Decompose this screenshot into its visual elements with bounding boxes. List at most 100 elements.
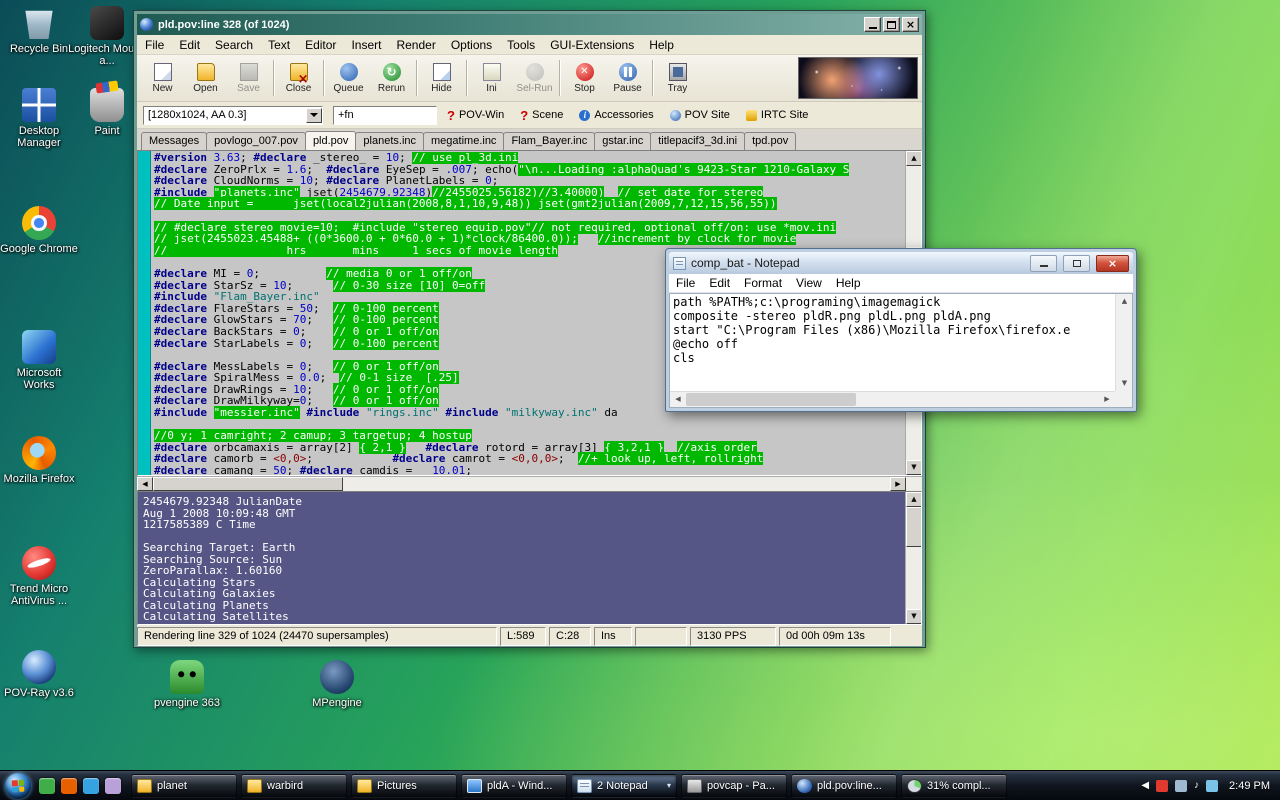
menu-options[interactable]: Options: [451, 38, 492, 52]
desktop-icon-works[interactable]: Microsoft Works: [0, 330, 78, 391]
messages-scroll-thumb[interactable]: [906, 507, 922, 547]
resize-grip[interactable]: [1115, 391, 1132, 407]
scroll-right-icon[interactable]: ▶: [1099, 392, 1115, 407]
toolbar-button-tray[interactable]: Tray: [656, 57, 699, 100]
tab-tpd-pov[interactable]: tpd.pov: [744, 132, 796, 150]
notepad-titlebar[interactable]: comp_bat - Notepad: [669, 252, 1133, 274]
scroll-up-icon[interactable]: ▲: [1116, 294, 1133, 309]
link-irtc-site[interactable]: IRTC Site: [746, 109, 808, 121]
antivirus-tray-icon[interactable]: [1156, 780, 1168, 792]
link-accessories[interactable]: iAccessories: [579, 109, 653, 121]
desktop-icon-desktopmgr[interactable]: Desktop Manager: [0, 88, 78, 149]
notepad-menu-format[interactable]: Format: [744, 276, 782, 290]
taskbar-button-warbird[interactable]: warbird: [241, 774, 347, 798]
desktop-icon-mpengine[interactable]: MPengine: [298, 660, 376, 709]
horizontal-scroll-thumb[interactable]: [153, 477, 343, 491]
dropdown-arrow-icon[interactable]: [306, 108, 322, 123]
tab-titlepacif3-3d-ini[interactable]: titlepacif3_3d.ini: [650, 132, 745, 150]
scroll-right-icon[interactable]: ▶: [890, 477, 906, 491]
povray-titlebar[interactable]: pld.pov:line 328 (of 1024): [137, 14, 922, 35]
minimize-button[interactable]: [864, 17, 881, 32]
notepad-menu-help[interactable]: Help: [836, 276, 861, 290]
scroll-down-icon[interactable]: ▼: [1116, 376, 1133, 391]
toolbar-button-ini[interactable]: Ini: [470, 57, 513, 100]
taskbar-button-planet[interactable]: planet: [131, 774, 237, 798]
menu-tools[interactable]: Tools: [507, 38, 535, 52]
horizontal-scroll-thumb[interactable]: [686, 393, 856, 406]
start-button[interactable]: [5, 773, 31, 799]
toolbar-button-stop[interactable]: Stop: [563, 57, 606, 100]
taskbar-clock[interactable]: 2:49 PM: [1229, 780, 1270, 792]
toolbar-button-save[interactable]: Save: [227, 57, 270, 100]
toolbar-button-close[interactable]: Close: [277, 57, 320, 100]
link-pov-win[interactable]: ?POV-Win: [447, 108, 504, 123]
notepad-horizontal-scrollbar[interactable]: ◀ ▶: [670, 391, 1115, 407]
menu-gui-extensions[interactable]: GUI-Extensions: [550, 38, 634, 52]
menu-editor[interactable]: Editor: [305, 38, 336, 52]
tab-pld-pov[interactable]: pld.pov: [305, 131, 356, 150]
toolbar-button-sel-run[interactable]: Sel-Run: [513, 57, 556, 100]
tab-messages[interactable]: Messages: [141, 132, 207, 150]
link-scene[interactable]: ?Scene: [520, 108, 563, 123]
maximize-button[interactable]: [1063, 255, 1090, 272]
scroll-up-icon[interactable]: ▲: [906, 151, 922, 166]
messages-vertical-scrollbar[interactable]: ▲ ▼: [905, 492, 921, 624]
notepad-text[interactable]: path %PATH%;c:\programing\imagemagickcom…: [673, 295, 1114, 391]
close-button[interactable]: [1096, 255, 1129, 272]
toolbar-button-new[interactable]: New: [141, 57, 184, 100]
taskbar-button-31-compl[interactable]: 31% compl...: [901, 774, 1007, 798]
menu-file[interactable]: File: [145, 38, 164, 52]
minimize-button[interactable]: [1030, 255, 1057, 272]
tab-megatime-inc[interactable]: megatime.inc: [423, 132, 504, 150]
toolbar-button-queue[interactable]: Queue: [327, 57, 370, 100]
toolbar-button-hide[interactable]: Hide: [420, 57, 463, 100]
network-icon[interactable]: [1206, 780, 1218, 792]
notepad-vertical-scrollbar[interactable]: ▲ ▼: [1115, 294, 1132, 391]
menu-render[interactable]: Render: [396, 38, 435, 52]
scroll-up-icon[interactable]: ▲: [906, 492, 922, 507]
taskbar-button-pld-pov-line[interactable]: pld.pov:line...: [791, 774, 897, 798]
menu-text[interactable]: Text: [268, 38, 290, 52]
render-preview-thumbnail[interactable]: [798, 57, 918, 99]
notepad-menu-view[interactable]: View: [796, 276, 822, 290]
photo-gallery-icon[interactable]: [105, 778, 121, 794]
taskbar-button-pictures[interactable]: Pictures: [351, 774, 457, 798]
command-line-input[interactable]: [333, 106, 437, 125]
menu-edit[interactable]: Edit: [179, 38, 200, 52]
internet-explorer-icon[interactable]: [83, 778, 99, 794]
safely-remove-icon[interactable]: [1175, 780, 1187, 792]
desktop-icon-povray[interactable]: POV-Ray v3.6: [0, 650, 78, 699]
close-button[interactable]: [902, 17, 919, 32]
taskbar-button-plda-wind[interactable]: pldA - Wind...: [461, 774, 567, 798]
desktop-icon-chrome[interactable]: Google Chrome: [0, 206, 78, 255]
maximize-button[interactable]: [883, 17, 900, 32]
tab-povlogo-007-pov[interactable]: povlogo_007.pov: [206, 132, 306, 150]
scroll-left-icon[interactable]: ◀: [137, 477, 153, 491]
menu-help[interactable]: Help: [649, 38, 674, 52]
notepad-menu-edit[interactable]: Edit: [709, 276, 730, 290]
toolbar-button-pause[interactable]: Pause: [606, 57, 649, 100]
desktop-icon-pvengine[interactable]: pvengine 363: [148, 660, 226, 709]
scroll-down-icon[interactable]: ▼: [906, 460, 922, 475]
firefox-quicklaunch-icon[interactable]: [61, 778, 77, 794]
editor-horizontal-scrollbar[interactable]: ◀ ▶: [137, 476, 922, 491]
tab-gstar-inc[interactable]: gstar.inc: [594, 132, 651, 150]
toolbar-button-open[interactable]: Open: [184, 57, 227, 100]
notepad-text-area[interactable]: path %PATH%;c:\programing\imagemagickcom…: [669, 293, 1133, 408]
taskbar-button-2-notepad[interactable]: 2 Notepad▾: [571, 774, 677, 798]
tab-planets-inc[interactable]: planets.inc: [355, 132, 424, 150]
scroll-down-icon[interactable]: ▼: [906, 609, 922, 624]
media-center-icon[interactable]: [39, 778, 55, 794]
tab-flam-bayer-inc[interactable]: Flam_Bayer.inc: [503, 132, 595, 150]
taskbar-button-povcap-pa[interactable]: povcap - Pa...: [681, 774, 787, 798]
link-pov-site[interactable]: POV Site: [670, 109, 730, 121]
volume-icon[interactable]: ♪: [1194, 780, 1199, 792]
desktop-icon-recycle[interactable]: Recycle Bin: [0, 6, 78, 55]
resolution-dropdown[interactable]: [1280x1024, AA 0.3]: [143, 106, 323, 125]
toolbar-button-rerun[interactable]: Rerun: [370, 57, 413, 100]
menu-search[interactable]: Search: [215, 38, 253, 52]
desktop-icon-trend[interactable]: Trend Micro AntiVirus ...: [0, 546, 78, 607]
menu-insert[interactable]: Insert: [351, 38, 381, 52]
scroll-left-icon[interactable]: ◀: [670, 392, 686, 407]
desktop-icon-firefox[interactable]: Mozilla Firefox: [0, 436, 78, 485]
